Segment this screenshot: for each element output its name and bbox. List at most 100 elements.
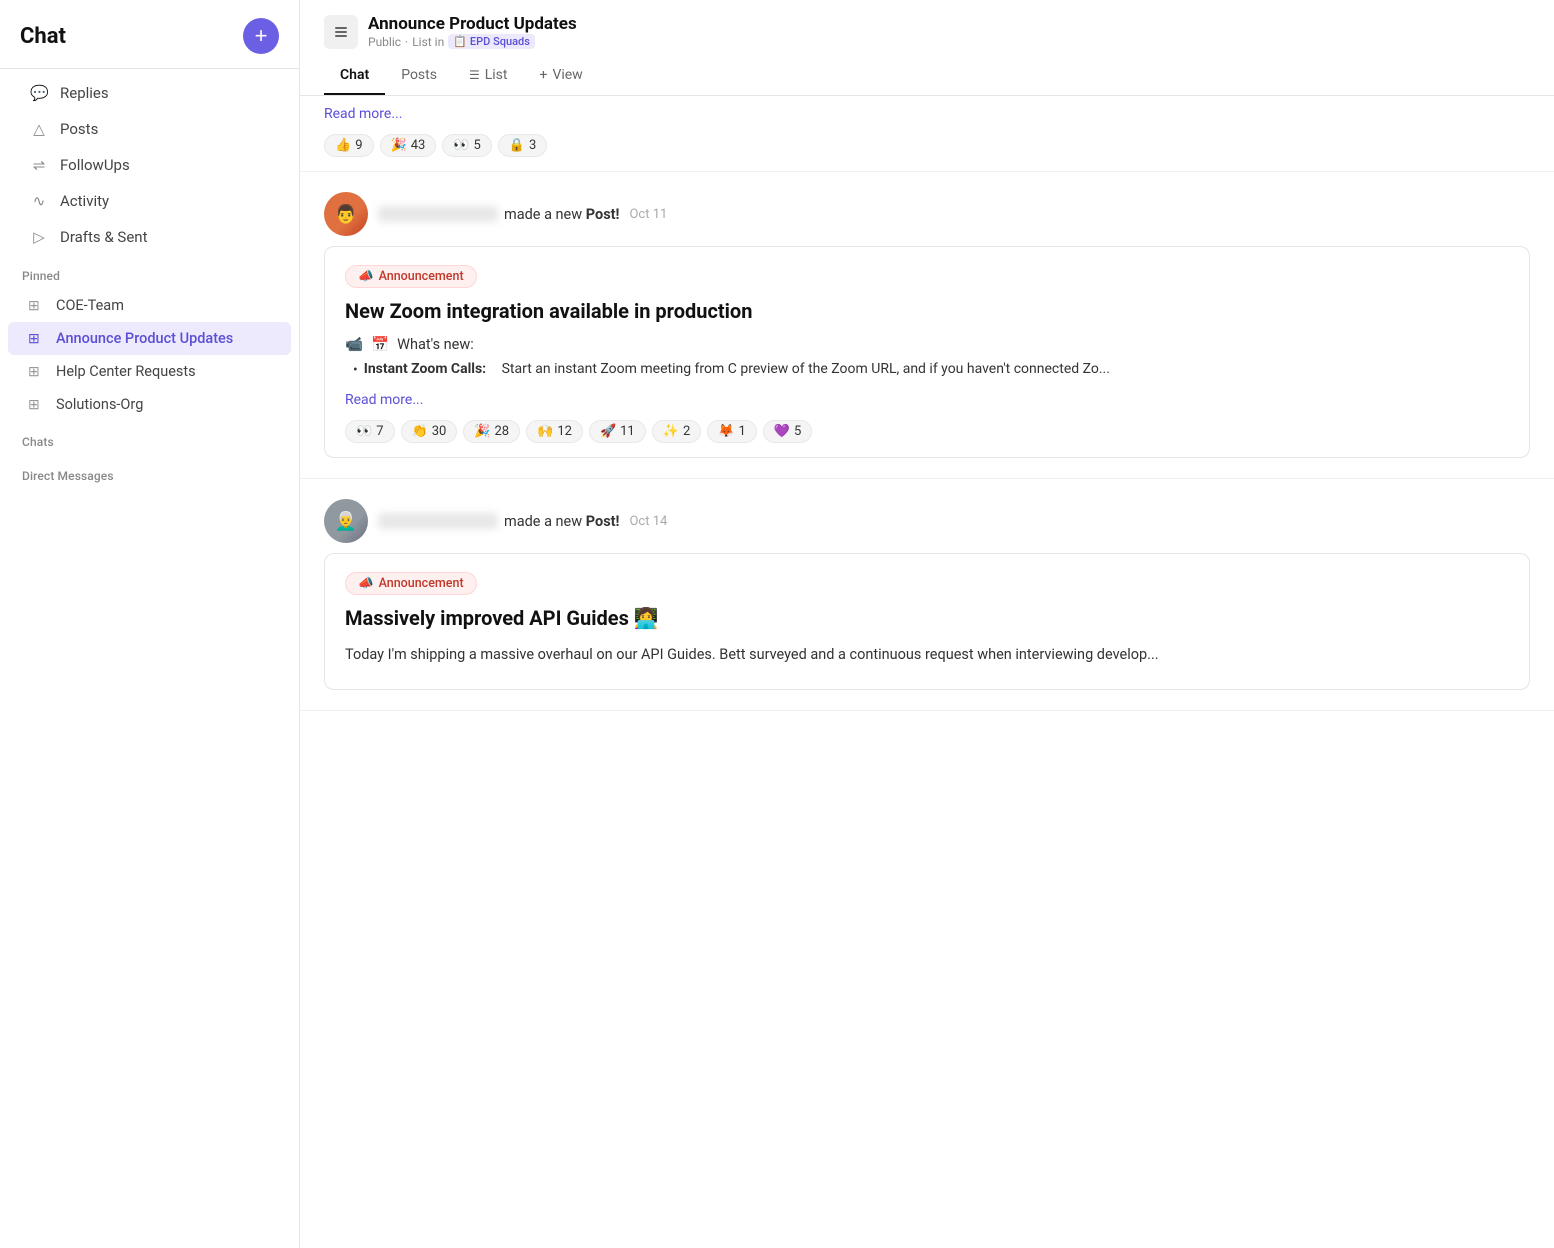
reactions-1: 👀7 👏30 🎉28 🙌12 🚀11 ✨2 🦊1 💜5 xyxy=(345,420,1509,443)
post-card-2: 📣 Announcement Massively improved API Gu… xyxy=(324,553,1530,689)
sidebar-item-posts[interactable]: △ Posts xyxy=(8,111,291,147)
announcement-label: Announcement xyxy=(379,269,464,284)
main-header: Announce Product Updates Public · List i… xyxy=(300,0,1554,96)
sidebar-item-activity[interactable]: ∿ Activity xyxy=(8,183,291,219)
sidebar-item-coe-team[interactable]: ⊞ COE-Team xyxy=(8,289,291,322)
post-intro-1: 📹 📅 What's new: xyxy=(345,336,1509,353)
meta-text-2: made a new Post! Oct 14 xyxy=(378,513,667,530)
reaction-emoji: 🔒 xyxy=(509,138,525,153)
pinned-channels: ⊞ COE-Team ⊞ Announce Product Updates ⊞ … xyxy=(0,289,299,421)
sidebar-item-label: Replies xyxy=(60,84,109,102)
reaction-party[interactable]: 🎉 43 xyxy=(380,134,437,157)
rc: 11 xyxy=(620,424,635,439)
reaction-thumbsup[interactable]: 👍 9 xyxy=(324,134,374,157)
reaction-count: 43 xyxy=(411,138,426,153)
post-card-1: 📣 Announcement New Zoom integration avai… xyxy=(324,246,1530,458)
sidebar-item-help-center[interactable]: ⊞ Help Center Requests xyxy=(8,355,291,388)
main-content: Announce Product Updates Public · List i… xyxy=(300,0,1554,1248)
sidebar-item-drafts[interactable]: ▷ Drafts & Sent xyxy=(8,219,291,255)
channel-header-info: Announce Product Updates Public · List i… xyxy=(368,14,577,49)
reaction-rocket-1[interactable]: 🚀11 xyxy=(589,420,646,443)
reaction-eyes-1[interactable]: 👀7 xyxy=(345,420,395,443)
drafts-icon: ▷ xyxy=(30,228,48,246)
sidebar: Chat + 💬 Replies △ Posts ⇌ FollowUps ∿ A… xyxy=(0,0,300,1248)
channel-hash-icon: ⊞ xyxy=(28,397,46,413)
sidebar-item-label: Posts xyxy=(60,120,98,138)
sidebar-header: Chat + xyxy=(0,0,299,68)
message-meta-1: 👨 made a new Post! Oct 11 xyxy=(324,192,1530,236)
reaction-clap-1[interactable]: 👏30 xyxy=(401,420,458,443)
sidebar-item-label: Activity xyxy=(60,192,109,210)
activity-icon: ∿ xyxy=(30,192,48,210)
tab-list[interactable]: ☰ List xyxy=(453,57,524,95)
meta-date-2: Oct 14 xyxy=(629,514,667,529)
sidebar-divider xyxy=(0,68,299,69)
channel-hash-icon: ⊞ xyxy=(28,298,46,314)
announcement-icon-2: 📣 xyxy=(358,576,374,591)
top-read-more-link[interactable]: Read more... xyxy=(324,106,1530,122)
list-in-label: List in xyxy=(412,35,444,49)
workspace-name: EPD Squads xyxy=(470,35,530,48)
reaction-lock[interactable]: 🔒 3 xyxy=(498,134,548,157)
body-rest: Start an instant Zoom meeting from C pre… xyxy=(502,361,1110,377)
meta-date-1: Oct 11 xyxy=(629,207,667,222)
reaction-emoji: 👍 xyxy=(335,138,351,153)
channel-label: Announce Product Updates xyxy=(56,330,233,347)
meta-action-1: made a new Post! xyxy=(504,206,619,223)
post-title-1: New Zoom integration available in produc… xyxy=(345,298,1509,324)
reaction-hands-1[interactable]: 🙌12 xyxy=(526,420,583,443)
chats-section-label: Chats xyxy=(0,421,299,455)
intro-text: What's new: xyxy=(397,336,474,353)
workspace-emoji: 📋 xyxy=(453,35,467,48)
avatar-2: 👨‍🦳 xyxy=(324,499,368,543)
rc: 2 xyxy=(683,424,690,439)
rc: 7 xyxy=(376,424,383,439)
reaction-count: 9 xyxy=(355,138,362,153)
announcement-icon: 📣 xyxy=(358,269,374,284)
sidebar-item-announce-product-updates[interactable]: ⊞ Announce Product Updates xyxy=(8,322,291,355)
rc: 12 xyxy=(557,424,572,439)
read-more-link-1[interactable]: Read more... xyxy=(345,392,423,408)
add-button[interactable]: + xyxy=(243,18,279,54)
reaction-emoji: 👀 xyxy=(453,138,469,153)
direct-messages-section-label: Direct Messages xyxy=(0,455,299,489)
sidebar-item-label: FollowUps xyxy=(60,156,130,174)
reaction-fox-1[interactable]: 🦊1 xyxy=(707,420,757,443)
top-reactions: 👍 9 🎉 43 👀 5 🔒 3 xyxy=(324,134,1530,157)
workspace-badge: 📋 EPD Squads xyxy=(448,34,535,49)
intro-emoji2: 📅 xyxy=(371,336,389,353)
tab-view[interactable]: + View xyxy=(523,57,598,95)
sidebar-item-followups[interactable]: ⇌ FollowUps xyxy=(8,147,291,183)
sidebar-title: Chat xyxy=(20,24,66,49)
channel-label: Solutions-Org xyxy=(56,396,143,413)
reaction-heart-1[interactable]: 💜5 xyxy=(763,420,813,443)
reaction-sparkle-1[interactable]: ✨2 xyxy=(652,420,702,443)
reaction-party-1[interactable]: 🎉28 xyxy=(463,420,520,443)
reaction-eyes[interactable]: 👀 5 xyxy=(442,134,492,157)
replies-icon: 💬 xyxy=(30,84,48,102)
channel-visibility: Public xyxy=(368,35,401,49)
post-body-2: Today I'm shipping a massive overhaul on… xyxy=(345,643,1509,666)
user-name-blurred-2 xyxy=(378,513,498,529)
tab-posts[interactable]: Posts xyxy=(385,57,453,95)
message-block-2: 👨‍🦳 made a new Post! Oct 14 📣 Announceme… xyxy=(300,479,1554,710)
body-bold: Instant Zoom Calls: xyxy=(364,361,486,377)
channel-list-icon-button[interactable] xyxy=(324,15,358,49)
list-icon xyxy=(333,24,349,40)
posts-icon: △ xyxy=(30,120,48,138)
intro-emoji1: 📹 xyxy=(345,336,363,353)
dot-separator: · xyxy=(405,35,408,49)
top-partial-message: Read more... 👍 9 🎉 43 👀 5 🔒 3 xyxy=(300,96,1554,172)
announcement-badge-1: 📣 Announcement xyxy=(345,265,477,288)
channel-label: COE-Team xyxy=(56,297,124,314)
announcement-label-2: Announcement xyxy=(379,576,464,591)
reaction-count: 3 xyxy=(529,138,536,153)
sidebar-item-label: Drafts & Sent xyxy=(60,228,147,246)
reaction-count: 5 xyxy=(474,138,481,153)
rc: 28 xyxy=(495,424,510,439)
sidebar-item-replies[interactable]: 💬 Replies xyxy=(8,75,291,111)
meta-action-2: made a new Post! xyxy=(504,513,619,530)
channel-name: Announce Product Updates xyxy=(368,14,577,34)
sidebar-item-solutions-org[interactable]: ⊞ Solutions-Org xyxy=(8,388,291,421)
tab-chat[interactable]: Chat xyxy=(324,57,385,95)
